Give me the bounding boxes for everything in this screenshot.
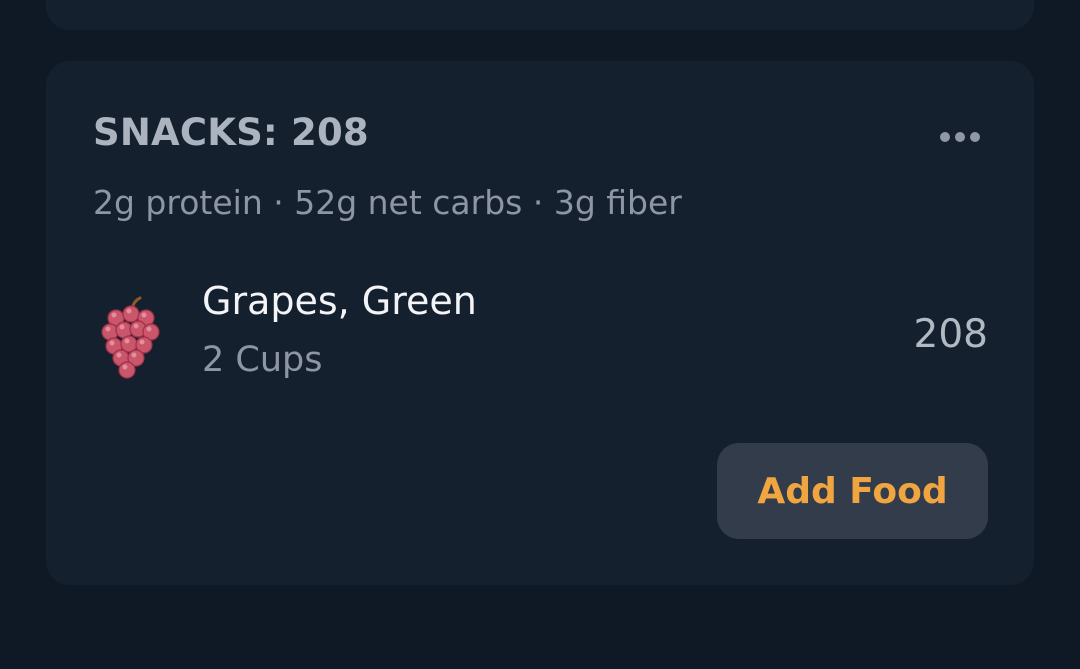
more-options-button[interactable]	[926, 117, 994, 157]
macros-summary: 2g protein · 52g net carbs · 3g fiber	[93, 183, 682, 222]
food-name: Grapes, Green	[202, 279, 477, 323]
add-food-button[interactable]: Add Food	[717, 443, 988, 539]
grapes-icon	[96, 294, 166, 384]
meal-title: SNACKS: 208	[93, 111, 369, 154]
food-item-row[interactable]: Grapes, Green 2 Cups 208	[86, 266, 994, 396]
food-portion: 2 Cups	[202, 340, 323, 380]
snacks-card: SNACKS: 208 2g protein · 52g net carbs ·…	[46, 61, 1034, 585]
ellipsis-horizontal-icon	[940, 132, 950, 142]
food-calories: 208	[913, 312, 988, 357]
previous-meal-card	[46, 0, 1034, 30]
